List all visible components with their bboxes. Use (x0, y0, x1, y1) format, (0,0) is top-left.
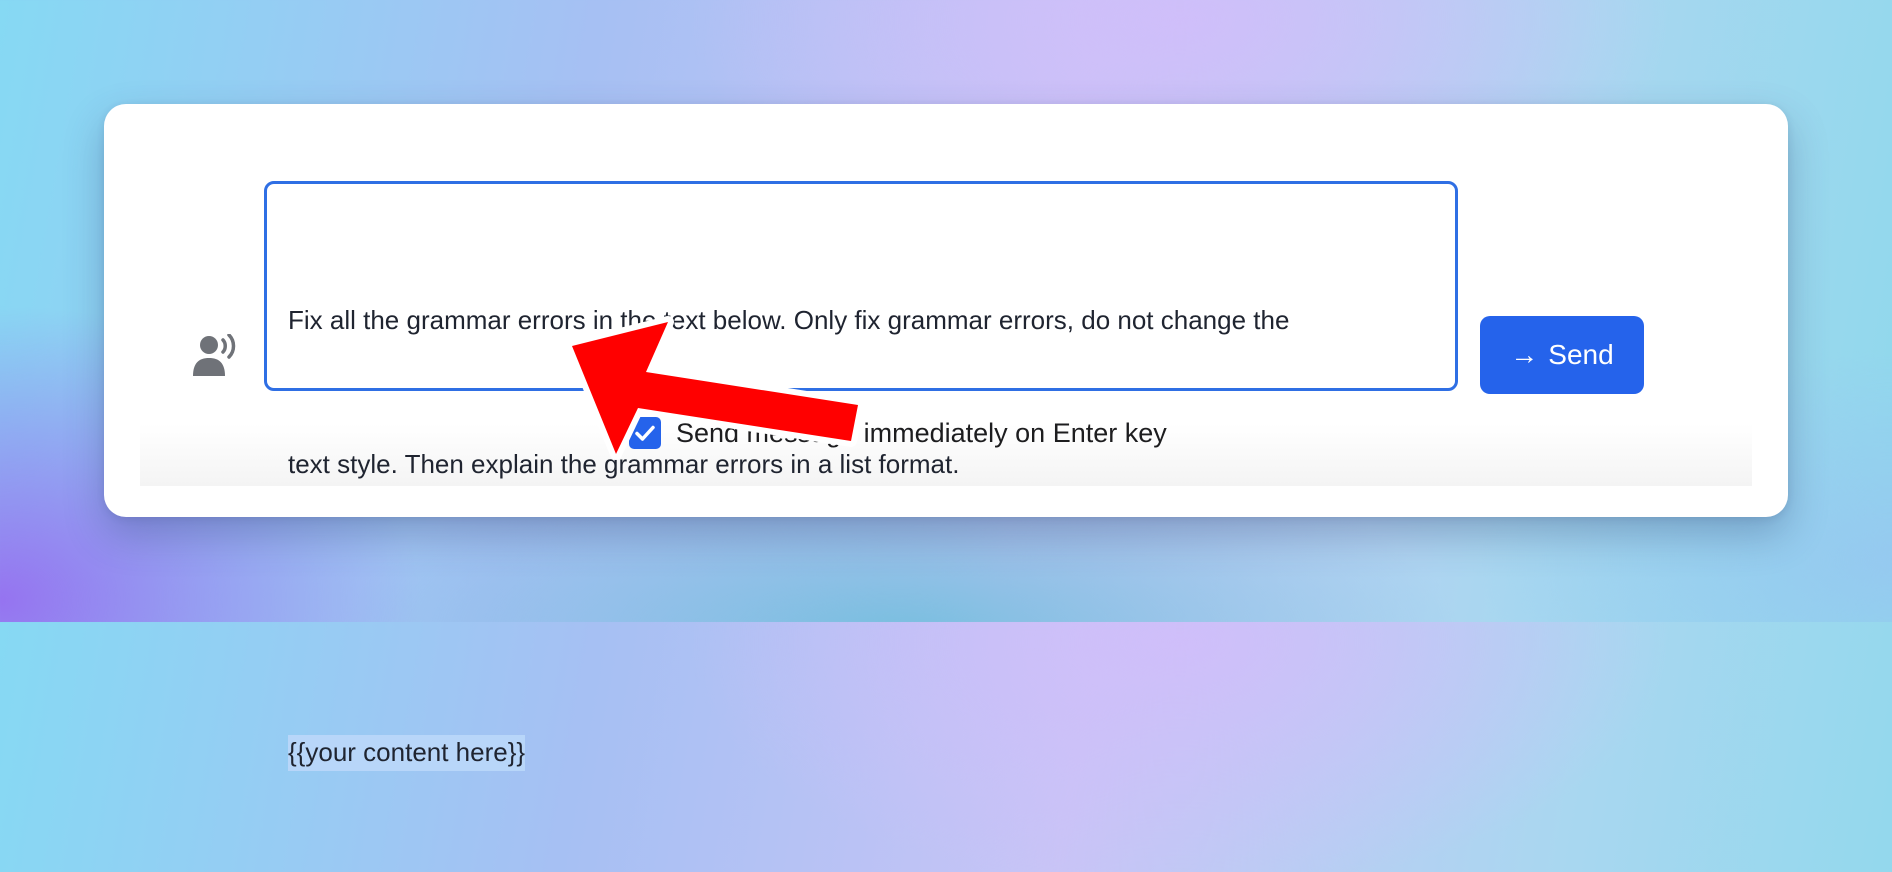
arrow-right-icon: → (1510, 339, 1539, 370)
send-on-enter-label[interactable]: Send message immediately on Enter key (676, 416, 1167, 450)
send-on-enter-checkbox[interactable] (629, 417, 661, 449)
placeholder-token[interactable]: {{your content here}} (288, 735, 526, 771)
prompt-text-line: Fix all the grammar errors in the text b… (288, 305, 1290, 335)
voice-input-icon[interactable] (188, 334, 238, 378)
send-button-label: Send (1548, 339, 1614, 370)
send-button[interactable]: → Send (1480, 316, 1644, 394)
prompt-blank-line (288, 584, 1434, 632)
prompt-input[interactable]: Fix all the grammar errors in the text b… (264, 181, 1458, 771)
chat-composer-card: Fix all the grammar errors in the text b… (104, 104, 1788, 771)
check-icon (635, 425, 655, 441)
prompt-placeholder-line: {{your content here}} (288, 728, 1434, 776)
